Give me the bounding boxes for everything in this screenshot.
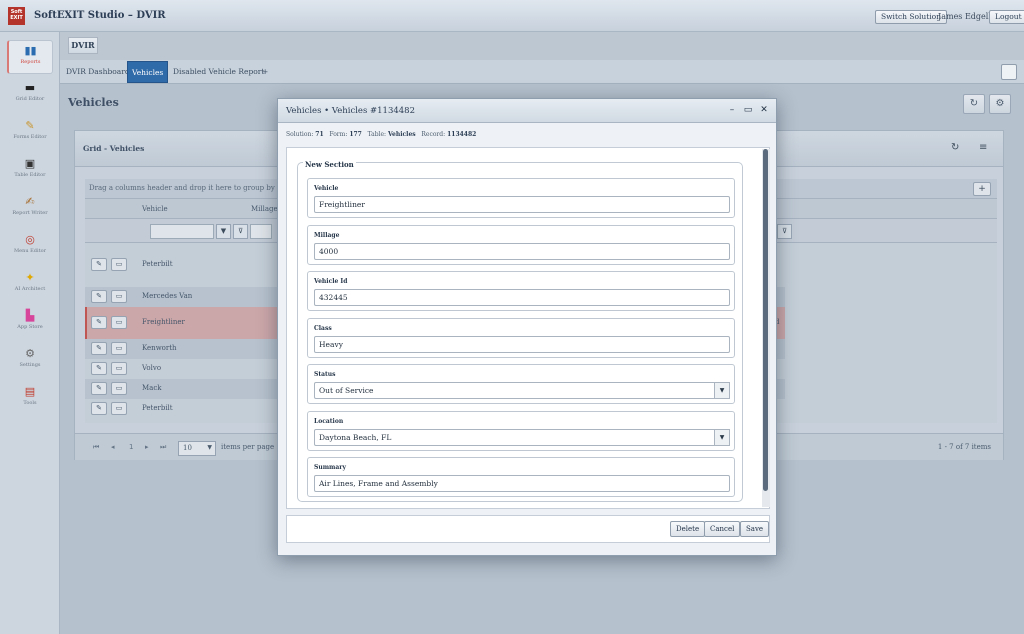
status-value: Out of Service [319,386,374,395]
sidebar-item-settings[interactable]: ⚙ Settings [7,344,53,378]
cancel-button[interactable]: Cancel [704,521,741,537]
sidebar-item-forms-editor[interactable]: ✎ Forms Editor [7,116,53,150]
sidebar-item-label: Grid Editor [15,96,45,102]
sidebar: ▮▮ Reports ▬ Grid Editor ✎ Forms Editor … [0,32,60,634]
millage-input[interactable]: 4000 [314,243,730,260]
vehicle-id-input[interactable]: 432445 [314,289,730,306]
bar-chart-icon: ▮▮ [24,44,37,57]
status-select[interactable]: Out of Service ▼ [314,382,730,399]
tab-bar: DVIR Dashboard Vehicles Disabled Vehicle… [60,60,1024,84]
minimize-icon[interactable]: – [726,104,738,116]
dialog-header: Vehicles • Vehicles #1134482 – ▭ ✕ [278,99,776,123]
top-bar: Soft EXIT SoftEXIT Studio – DVIR Switch … [0,0,1024,32]
tab-disabled-vehicle-report[interactable]: Disabled Vehicle Report [169,61,268,83]
field-label: Status [314,371,336,378]
vehicle-field: Vehicle Freightliner [307,178,735,218]
millage-field: Millage 4000 [307,225,735,265]
meta-form-label: Form: [329,131,348,138]
sidebar-item-app-store[interactable]: ▙ App Store [7,306,53,340]
form-content: New Section Vehicle Freightliner Millage… [286,147,770,509]
sidebar-item-label: Settings [19,362,41,368]
sidebar-item-menu-editor[interactable]: ◎ Menu Editor [7,230,53,264]
sidebar-item-label: Reports [20,59,41,65]
sidebar-item-label: AI Architect [14,286,46,292]
app-logo: Soft EXIT [8,7,25,25]
sidebar-item-label: Report Writer [12,210,48,216]
meta-solution-label: Solution: [286,131,314,138]
toolbox-icon: ▤ [24,385,36,398]
monitor-icon: ▬ [24,81,36,94]
field-label: Millage [314,232,340,239]
tab-vehicles[interactable]: Vehicles [127,61,169,83]
app-title: SoftEXIT Studio – DVIR [34,10,166,21]
gear-icon: ⚙ [25,347,35,360]
writer-icon: ✍ [25,195,35,208]
dialog-footer: Delete Cancel Save [286,515,770,543]
sidebar-item-label: Menu Editor [14,248,46,254]
sidebar-item-grid-editor[interactable]: ▬ Grid Editor [7,78,53,112]
field-label: Location [314,418,344,425]
chevron-down-icon[interactable]: ▼ [714,429,730,446]
logout-button[interactable]: Logout [989,10,1024,24]
sidebar-item-reports[interactable]: ▮▮ Reports [7,40,53,74]
field-label: Class [314,325,332,332]
field-label: Summary [314,464,346,471]
sparkle-icon: ✦ [25,271,35,284]
switch-solution-button[interactable]: Switch Solution [875,10,948,24]
summary-input[interactable]: Air Lines, Frame and Assembly [314,475,730,492]
user-name: James Edgell [938,12,991,21]
sidebar-item-label: Forms Editor [13,134,47,140]
sidebar-item-label: Tools [23,400,37,406]
sidebar-item-report-writer[interactable]: ✍ Report Writer [7,192,53,226]
save-icon: ▣ [24,157,36,170]
close-icon[interactable]: ✕ [758,104,770,116]
pencil-icon: ✎ [25,119,35,132]
location-value: Daytona Beach, FL [319,433,392,442]
location-select[interactable]: Daytona Beach, FL ▼ [314,429,730,446]
meta-form: 177 [349,131,362,138]
breadcrumb[interactable]: DVIR [68,37,98,54]
field-label: Vehicle Id [314,278,348,285]
record-meta: Solution: 71 Form: 177 Table: Vehicles R… [286,131,476,138]
sidebar-item-label: App Store [17,324,43,330]
class-field: Class Heavy [307,318,735,358]
chevron-down-icon[interactable]: ▼ [714,382,730,399]
delete-button[interactable]: Delete [670,521,706,537]
vehicle-id-field: Vehicle Id 432445 [307,271,735,311]
shopping-bag-icon: ▙ [25,309,35,322]
scrollbar-thumb[interactable] [763,149,768,491]
record-dialog: Vehicles • Vehicles #1134482 – ▭ ✕ Solut… [277,98,777,556]
field-label: Vehicle [314,185,339,192]
dialog-title: Vehicles • Vehicles #1134482 [286,106,416,116]
sidebar-item-ai-architect[interactable]: ✦ AI Architect [7,268,53,302]
window-icon[interactable] [1001,64,1017,80]
maximize-icon[interactable]: ▭ [742,104,754,116]
class-input[interactable]: Heavy [314,336,730,353]
sidebar-item-tools[interactable]: ▤ Tools [7,382,53,416]
save-button[interactable]: Save [740,521,770,537]
meta-table: Vehicles [387,131,416,138]
form-section: New Section Vehicle Freightliner Millage… [297,160,743,502]
status-field: Status Out of Service ▼ [307,364,735,404]
summary-field: Summary Air Lines, Frame and Assembly [307,457,735,497]
vehicle-input[interactable]: Freightliner [314,196,730,213]
location-field: Location Daytona Beach, FL ▼ [307,411,735,451]
meta-solution: 71 [315,131,324,138]
add-tab-button[interactable]: + [258,61,272,83]
sidebar-item-label: Table Editor [14,172,46,178]
compass-icon: ◎ [25,233,35,246]
meta-record: 1134482 [447,131,477,138]
meta-record-label: Record: [421,131,446,138]
tab-dvir-dashboard[interactable]: DVIR Dashboard [62,61,134,83]
sidebar-item-table-editor[interactable]: ▣ Table Editor [7,154,53,188]
scrollbar[interactable] [762,149,770,507]
meta-table-label: Table: [367,131,387,138]
section-title: New Section [303,160,356,169]
